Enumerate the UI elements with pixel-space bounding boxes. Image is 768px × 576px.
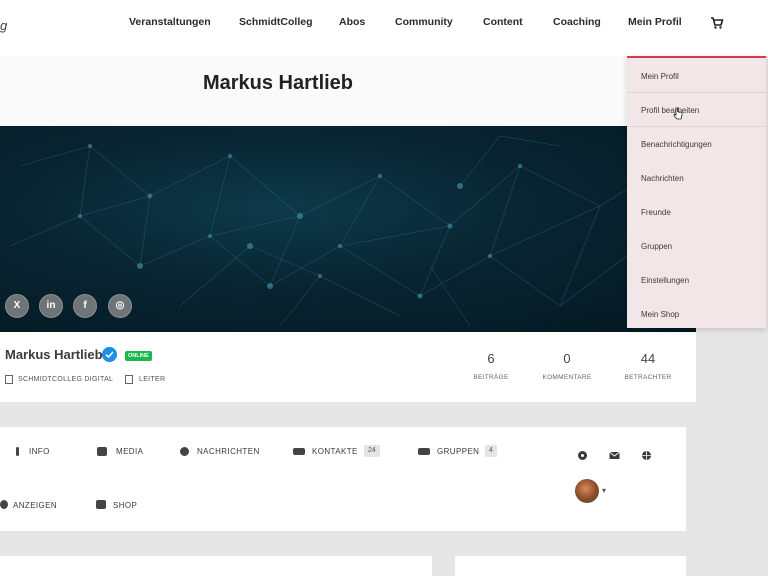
tab-shop[interactable]: SHOP [113, 501, 137, 510]
network-icon[interactable] [577, 450, 588, 461]
instagram-icon[interactable]: ◎ [108, 294, 132, 318]
content-card-left [0, 556, 432, 576]
shop-cart-icon [96, 500, 106, 509]
stat-posts-value: 6 [487, 351, 495, 366]
nav-coaching[interactable]: Coaching [553, 16, 601, 28]
info-icon [16, 447, 19, 456]
stat-posts-label: BEITRÄGE [473, 374, 509, 381]
menu-divider [627, 92, 766, 93]
groups-icon [418, 448, 430, 455]
page-title: Markus Hartlieb [202, 72, 354, 94]
menu-item-mein-profil[interactable]: Mein Profil [641, 72, 679, 81]
tab-kontakte[interactable]: KONTAKTE [312, 447, 358, 456]
ads-icon [0, 500, 8, 509]
stat-viewers-label: BETRACHTER [624, 374, 672, 381]
cover-image [0, 126, 696, 332]
menu-item-freunde[interactable]: Freunde [641, 208, 671, 217]
tab-media[interactable]: MEDIA [116, 447, 143, 456]
profile-company: SCHMIDTCOLLEG DIGITAL [18, 376, 114, 383]
nav-schmidtcolleg[interactable]: SchmidtColleg [239, 16, 313, 28]
menu-item-profil-bearbeiten[interactable]: Profil bearbeiten [641, 106, 699, 115]
avatar[interactable] [575, 479, 599, 503]
linkedin-icon[interactable]: in [39, 294, 63, 318]
globe-icon[interactable] [641, 450, 652, 461]
mouse-pointer-icon [673, 107, 683, 120]
menu-item-nachrichten[interactable]: Nachrichten [641, 174, 684, 183]
verified-badge-icon [102, 347, 117, 362]
page-title-bar: Markus Hartlieb [0, 56, 696, 126]
tab-nachrichten[interactable]: NACHRICHTEN [197, 447, 260, 456]
mail-icon[interactable] [609, 450, 620, 461]
profile-name: Markus Hartlieb [5, 347, 103, 362]
profile-dropdown-menu: Mein Profil Profil bearbeiten Benachrich… [627, 56, 766, 328]
facebook-icon[interactable]: f [73, 294, 97, 318]
main-nav: Veranstaltungen SchmidtColleg Abos Commu… [0, 0, 768, 46]
stat-comments-value: 0 [563, 351, 571, 366]
nav-veranstaltungen[interactable]: Veranstaltungen [129, 16, 211, 28]
media-icon [97, 447, 107, 456]
menu-item-gruppen[interactable]: Gruppen [641, 242, 672, 251]
network-pattern-graphic [9, 135, 681, 327]
role-icon [125, 375, 133, 384]
content-card-right [455, 556, 686, 576]
stat-comments-label: KOMMENTARE [542, 374, 592, 381]
nav-community[interactable]: Community [395, 16, 453, 28]
x-icon[interactable]: X [5, 294, 29, 318]
tab-anzeigen[interactable]: ANZEIGEN [13, 501, 57, 510]
nav-abos[interactable]: Abos [339, 16, 365, 28]
cart-icon[interactable] [710, 16, 724, 30]
groups-count-badge: 4 [485, 445, 497, 457]
stat-viewers-value: 44 [640, 351, 656, 366]
chevron-down-icon[interactable]: ▾ [602, 486, 606, 495]
menu-item-benachrichtigungen[interactable]: Benachrichtigungen [641, 140, 712, 149]
messages-icon [180, 447, 189, 456]
company-icon [5, 375, 13, 384]
menu-divider [627, 126, 766, 127]
nav-content[interactable]: Content [483, 16, 523, 28]
menu-item-einstellungen[interactable]: Einstellungen [641, 276, 689, 285]
contacts-count-badge: 24 [364, 445, 380, 457]
nav-mein-profil[interactable]: Mein Profil [628, 16, 682, 28]
profile-header [0, 332, 696, 402]
tab-gruppen[interactable]: GRUPPEN [437, 447, 479, 456]
online-status-badge: ONLINE [125, 351, 152, 361]
tab-info[interactable]: INFO [29, 447, 50, 456]
handshake-icon [293, 448, 305, 455]
menu-item-mein-shop[interactable]: Mein Shop [641, 310, 679, 319]
profile-role: LEITER [139, 376, 166, 383]
